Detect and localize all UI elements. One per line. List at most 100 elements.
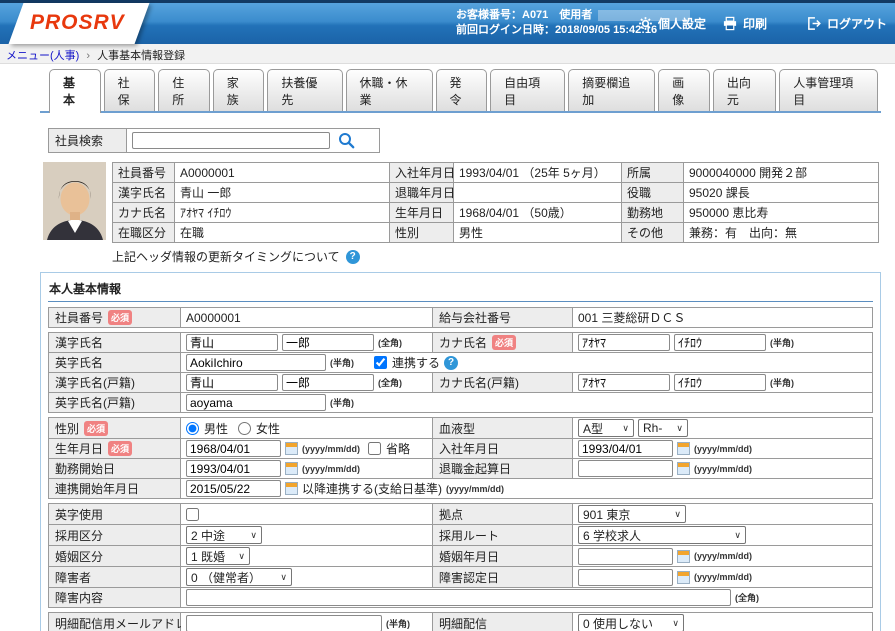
work-start-date-input[interactable] — [186, 460, 281, 477]
calendar-icon[interactable] — [285, 482, 298, 495]
calendar-icon[interactable] — [285, 442, 298, 455]
gender-female-radio[interactable] — [238, 422, 251, 435]
breadcrumb-menu-link[interactable]: メニュー(人事) — [6, 50, 79, 62]
calendar-icon[interactable] — [677, 442, 690, 455]
form-row-mail-address: 明細配信用メールアドレス (半角) 明細配信 0 使用しない∨ — [48, 612, 873, 631]
kana-last-name-input[interactable] — [578, 334, 670, 351]
base-select[interactable]: 901 東京∨ — [578, 505, 686, 523]
form-row-kanji-name-register: 漢字氏名(戸籍) (全角) カナ氏名(戸籍) (半角) — [48, 372, 873, 393]
summary-label: 勤務地 — [622, 203, 684, 223]
input-note: (全角) — [735, 591, 759, 604]
print-button[interactable]: 印刷 — [722, 15, 767, 32]
form-row-disability-detail: 障害内容 (全角) — [48, 587, 873, 608]
field-label: 拠点 — [439, 506, 463, 523]
form-row-disability: 障害者 0 （健常者）∨ 障害認定日 (yyyy/mm/dd) — [48, 566, 873, 588]
hire-date-input[interactable] — [578, 440, 673, 457]
kana-first-name-input[interactable] — [674, 334, 766, 351]
hire-route-select[interactable]: 6 学校求人∨ — [578, 526, 746, 544]
register-english-name-input[interactable] — [186, 394, 326, 411]
summary-value: 9000040000 開発２部 — [684, 163, 879, 183]
gender-male-radio[interactable] — [186, 422, 199, 435]
register-kanji-first-input[interactable] — [282, 374, 374, 391]
calendar-icon[interactable] — [285, 462, 298, 475]
tab-image[interactable]: 画像 — [658, 69, 710, 111]
breadcrumb-current-page: 人事基本情報登録 — [97, 50, 185, 62]
gender-male-label: 男性 — [204, 420, 228, 437]
field-label: 給与会社番号 — [439, 309, 511, 326]
register-kana-first-input[interactable] — [674, 374, 766, 391]
input-note: (半角) — [770, 376, 794, 389]
help-icon[interactable]: ? — [444, 356, 458, 370]
help-icon[interactable]: ? — [346, 250, 360, 264]
logout-button[interactable]: ログアウト — [806, 15, 887, 32]
date-format-note: (yyyy/mm/dd) — [302, 464, 360, 474]
tab-dependent-priority[interactable]: 扶養優先 — [267, 69, 342, 111]
field-label: 退職金起算日 — [439, 460, 511, 477]
summary-label: 漢字氏名 — [113, 183, 175, 203]
calendar-icon[interactable] — [677, 550, 690, 563]
summary-value — [454, 183, 622, 203]
field-label: 障害認定日 — [439, 569, 499, 586]
blood-type-select[interactable]: A型∨ — [578, 419, 634, 437]
birth-omit-checkbox[interactable] — [368, 442, 381, 455]
tab-leave[interactable]: 休職・休業 — [346, 69, 433, 111]
field-label: 英字氏名 — [55, 354, 103, 371]
tab-hr-management-items[interactable]: 人事管理項目 — [779, 69, 878, 111]
field-label: 入社年月日 — [439, 440, 499, 457]
marriage-select[interactable]: 1 既婚∨ — [186, 547, 250, 565]
mail-delivery-select[interactable]: 0 使用しない∨ — [578, 614, 684, 631]
breadcrumb-separator: › — [86, 50, 90, 62]
english-name-input[interactable] — [186, 354, 326, 371]
english-use-checkbox[interactable] — [186, 508, 199, 521]
link-start-date-input[interactable] — [186, 480, 281, 497]
input-note: (全角) — [378, 336, 402, 349]
blood-rh-select[interactable]: Rh-∨ — [638, 419, 688, 437]
gear-icon — [638, 16, 653, 31]
field-label: 英字氏名(戸籍) — [55, 394, 135, 411]
tab-family[interactable]: 家族 — [213, 69, 265, 111]
calendar-icon[interactable] — [677, 571, 690, 584]
required-badge: 必須 — [84, 421, 108, 436]
disability-detail-input[interactable] — [186, 589, 731, 606]
tab-free-items[interactable]: 自由項目 — [490, 69, 565, 111]
chevron-down-icon: ∨ — [250, 530, 257, 541]
kanji-last-name-input[interactable] — [186, 334, 278, 351]
employee-no-value: A0000001 — [186, 311, 241, 325]
birth-date-input[interactable] — [186, 440, 281, 457]
marriage-date-input[interactable] — [578, 548, 673, 565]
hire-type-select[interactable]: 2 中途∨ — [186, 526, 262, 544]
chevron-down-icon: ∨ — [676, 423, 683, 434]
disability-select[interactable]: 0 （健常者）∨ — [186, 568, 292, 586]
link-name-checkbox[interactable] — [374, 356, 387, 369]
kanji-first-name-input[interactable] — [282, 334, 374, 351]
employee-search-input[interactable] — [132, 132, 330, 149]
date-format-note: (yyyy/mm/dd) — [694, 551, 752, 561]
disability-date-input[interactable] — [578, 569, 673, 586]
table-row: 社員番号A0000001 入社年月日1993/04/01 （25年 5ヶ月） 所… — [113, 163, 879, 183]
field-label: 連携開始年月日 — [55, 480, 139, 497]
summary-label: 在職区分 — [113, 223, 175, 243]
customer-number: お客様番号：A071 使用者 — [456, 9, 592, 21]
tab-address[interactable]: 住所 — [158, 69, 210, 111]
mail-address-input[interactable] — [186, 615, 382, 631]
search-icon[interactable] — [338, 132, 355, 149]
register-kanji-last-input[interactable] — [186, 374, 278, 391]
register-kana-last-input[interactable] — [578, 374, 670, 391]
calendar-icon[interactable] — [677, 462, 690, 475]
field-label: 社員番号 — [55, 309, 103, 326]
tab-summary-column[interactable]: 摘要欄追加 — [568, 69, 655, 111]
summary-value: 兼務：有 出向：無 — [684, 223, 879, 243]
tab-secondment-source[interactable]: 出向元 — [713, 69, 776, 111]
tab-appointment[interactable]: 発令 — [436, 69, 488, 111]
summary-label: 退職年月日 — [390, 183, 454, 203]
personal-settings-button[interactable]: 個人設定 — [638, 15, 706, 32]
summary-value: 95020 課長 — [684, 183, 879, 203]
field-label: 採用ルート — [439, 527, 499, 544]
tab-basic[interactable]: 基本 — [49, 69, 101, 113]
summary-label: 社員番号 — [113, 163, 175, 183]
form-row-work-start: 勤務開始日 (yyyy/mm/dd) 退職金起算日 (yyyy/mm/dd) — [48, 458, 873, 479]
tab-social-insurance[interactable]: 社保 — [104, 69, 156, 111]
input-note: (全角) — [378, 376, 402, 389]
retirement-base-date-input[interactable] — [578, 460, 673, 477]
form-row-hire-type: 採用区分 2 中途∨ 採用ルート 6 学校求人∨ — [48, 524, 873, 546]
